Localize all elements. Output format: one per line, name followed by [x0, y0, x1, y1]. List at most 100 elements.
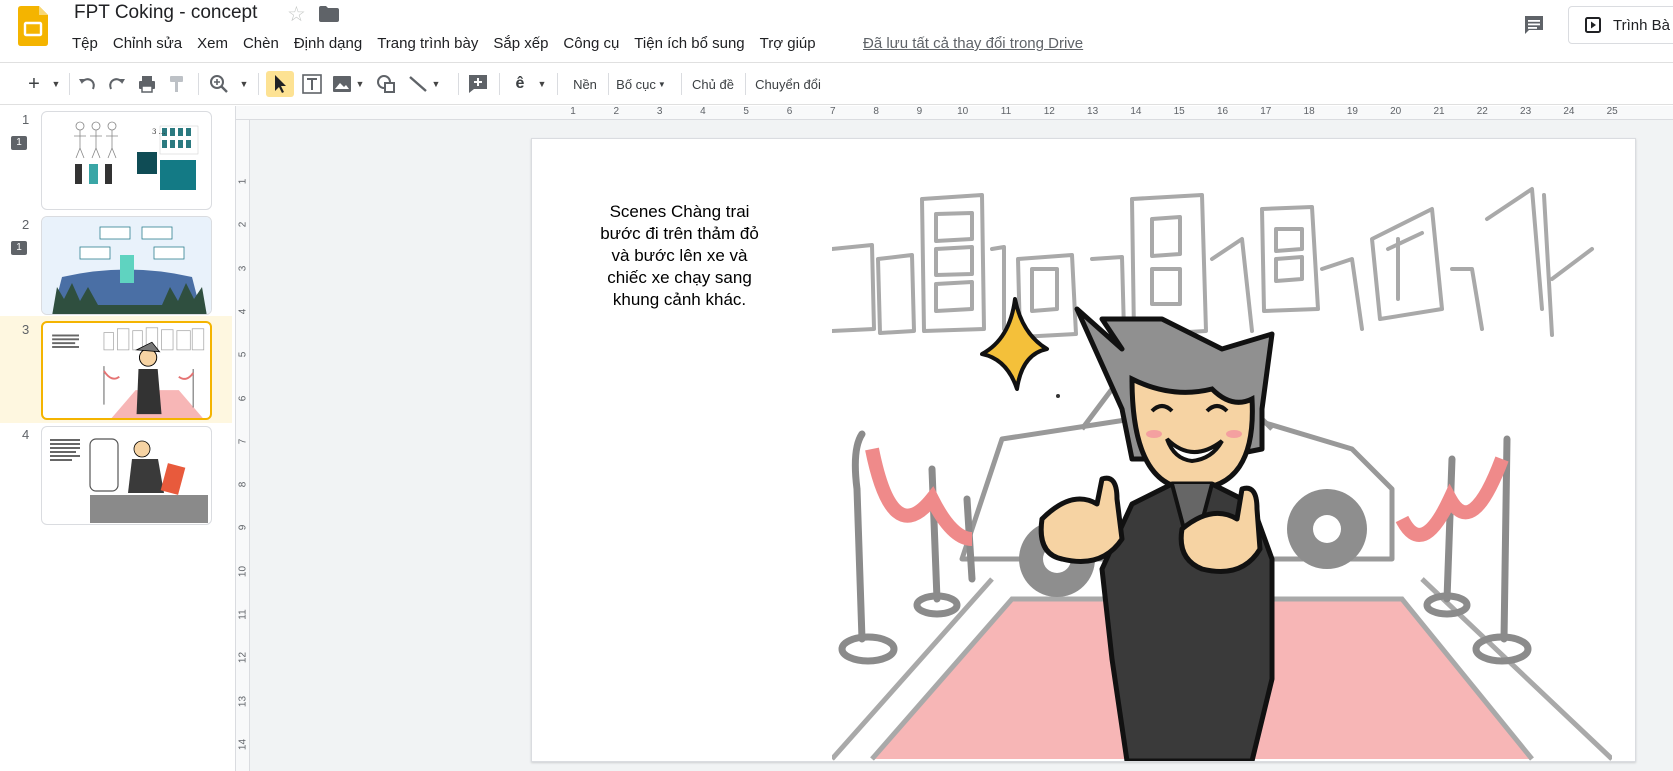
ruler-tick-label: 13 [237, 695, 249, 707]
zoom-icon[interactable] [208, 71, 230, 97]
slide-filmstrip: 1 1 3 ... 2 1 3 4 [0, 106, 236, 771]
svg-text:3 ...: 3 ... [152, 128, 165, 136]
menu-arrange[interactable]: Sắp xếp [493, 35, 555, 52]
zoom-dropdown-icon[interactable]: ▼ [238, 71, 250, 97]
ruler-tick-label: 12 [237, 652, 249, 664]
paint-format-icon[interactable] [166, 71, 188, 97]
ruler-tick-label: 7 [830, 106, 836, 117]
slide-number: 2 [22, 217, 30, 232]
menu-slide[interactable]: Trang trình bày [377, 35, 485, 52]
folder-icon[interactable] [319, 6, 339, 22]
present-label: Trình Bà [1613, 16, 1670, 34]
menu-view[interactable]: Xem [197, 35, 235, 52]
undo-icon[interactable] [76, 71, 98, 97]
ruler-tick-label: 22 [1476, 106, 1488, 117]
ruler-tick-label: 23 [1520, 106, 1532, 117]
layout-button[interactable]: Bố cục ▼ [616, 71, 666, 97]
slide-number: 4 [22, 427, 30, 442]
background-button[interactable]: Nền [568, 71, 602, 97]
vertical-ruler[interactable]: 1 2 3 4 5 6 7 8 9 10 11 12 13 14 [236, 120, 250, 771]
ruler-tick-label: 9 [237, 525, 249, 531]
ruler-tick-label: 24 [1563, 106, 1575, 117]
select-cursor-icon[interactable] [266, 71, 294, 97]
ruler-tick-label: 21 [1433, 106, 1445, 117]
new-slide-icon[interactable]: + [22, 71, 46, 97]
ruler-tick-label: 5 [237, 351, 249, 358]
ruler-tick-label: 6 [786, 106, 793, 117]
star-icon[interactable]: ☆ [287, 2, 306, 27]
ruler-tick-label: 13 [1087, 106, 1099, 117]
layout-dropdown-icon: ▼ [657, 79, 666, 89]
menu-help[interactable]: Trợ giúp [760, 35, 823, 52]
slide-text-box[interactable]: Scenes Chàng trai bước đi trên thảm đỏ v… [592, 201, 767, 311]
ruler-tick-label: 20 [1390, 106, 1402, 117]
horizontal-ruler[interactable]: 1 2 3 4 5 6 7 8 9 10 11 12 13 14 15 16 17 18 19 20 21 22 23 24 2… [236, 106, 1673, 120]
slide-comment-badge[interactable]: 1 [11, 241, 27, 255]
present-icon [1585, 17, 1601, 33]
image-icon[interactable] [330, 71, 354, 97]
menu-insert[interactable]: Chèn [243, 35, 286, 52]
layout-label: Bố cục [616, 76, 656, 92]
menu-tools[interactable]: Công cụ [563, 35, 626, 52]
menu-addons[interactable]: Tiện ích bổ sung [634, 35, 751, 52]
new-slide-dropdown-icon[interactable]: ▼ [50, 71, 62, 97]
slide-number: 1 [22, 112, 30, 127]
ruler-tick-label: 5 [743, 106, 749, 117]
toolbar: + ▼ ▼ ▼ ▼ ê ▼ Nền Bố cục ▼ Chủ đề Chuyển … [0, 62, 1673, 105]
red-carpet-illustration[interactable] [832, 159, 1612, 761]
ruler-tick-label: 1 [570, 106, 576, 117]
comments-icon[interactable] [1523, 14, 1545, 36]
text-box-icon[interactable] [300, 71, 324, 97]
document-title[interactable]: FPT Coking - concept [74, 2, 257, 24]
print-icon[interactable] [136, 71, 158, 97]
menu-file[interactable]: Tệp [72, 35, 105, 52]
editor-canvas[interactable]: Scenes Chàng trai bước đi trên thảm đỏ v… [250, 120, 1673, 771]
ruler-tick-label: 16 [1216, 106, 1229, 117]
slide-thumbnail-row[interactable]: 2 1 [0, 211, 232, 318]
menu-format[interactable]: Định dạng [294, 35, 369, 52]
image-dropdown-icon[interactable]: ▼ [354, 71, 366, 97]
line-dropdown-icon[interactable]: ▼ [430, 71, 442, 97]
slide-thumbnail[interactable]: 3 ... [41, 111, 212, 210]
ruler-tick-label: 1 [237, 178, 249, 185]
ruler-tick-label: 18 [1303, 106, 1315, 117]
ruler-tick-label: 2 [237, 222, 249, 228]
slide-thumbnail[interactable] [41, 321, 212, 420]
slide-thumbnail-row[interactable]: 3 [0, 316, 232, 423]
redo-icon[interactable] [106, 71, 128, 97]
ruler-tick-label: 19 [1346, 106, 1358, 117]
ruler-tick-label: 8 [237, 481, 249, 488]
current-slide[interactable]: Scenes Chàng trai bước đi trên thảm đỏ v… [531, 138, 1636, 762]
input-tools-dropdown-icon[interactable]: ▼ [536, 71, 548, 97]
input-tools-icon[interactable]: ê [508, 71, 532, 97]
ruler-tick-label: 4 [237, 308, 249, 315]
present-button[interactable]: Trình Bà [1568, 6, 1673, 44]
slide-comment-badge[interactable]: 1 [11, 136, 27, 150]
slide-thumbnail[interactable] [41, 216, 212, 315]
slide-thumbnail-row[interactable]: 1 1 3 ... [0, 106, 232, 213]
theme-button[interactable]: Chủ đề [688, 71, 738, 97]
ruler-tick-label: 11 [237, 609, 249, 620]
ruler-tick-label: 3 [656, 106, 663, 117]
ruler-tick-label: 15 [1173, 106, 1185, 117]
ruler-tick-label: 10 [957, 106, 969, 117]
app-header: FPT Coking - concept ☆ Tệp Chỉnh sửa Xem… [0, 0, 1673, 58]
save-status-link[interactable]: Đã lưu tất cả thay đổi trong Drive [863, 35, 1083, 52]
ruler-tick-label: 25 [1606, 106, 1618, 117]
add-comment-icon[interactable] [466, 71, 490, 97]
line-icon[interactable] [406, 71, 430, 97]
transition-button[interactable]: Chuyển đổi [752, 71, 824, 97]
menu-edit[interactable]: Chỉnh sửa [113, 35, 189, 52]
ruler-tick-label: 14 [1130, 106, 1142, 117]
ruler-tick-label: 8 [873, 106, 879, 117]
ruler-tick-label: 2 [613, 106, 620, 117]
slide-3-preview [52, 327, 205, 418]
slide-thumbnail-row[interactable]: 4 [0, 421, 232, 528]
ruler-tick-label: 4 [700, 106, 706, 117]
slide-thumbnail[interactable] [41, 426, 212, 525]
slides-logo-icon[interactable] [18, 6, 48, 46]
ruler-tick-label: 14 [237, 738, 249, 750]
ruler-tick-label: 3 [237, 265, 249, 271]
ruler-tick-label: 7 [237, 438, 249, 445]
shape-icon[interactable] [374, 71, 398, 97]
